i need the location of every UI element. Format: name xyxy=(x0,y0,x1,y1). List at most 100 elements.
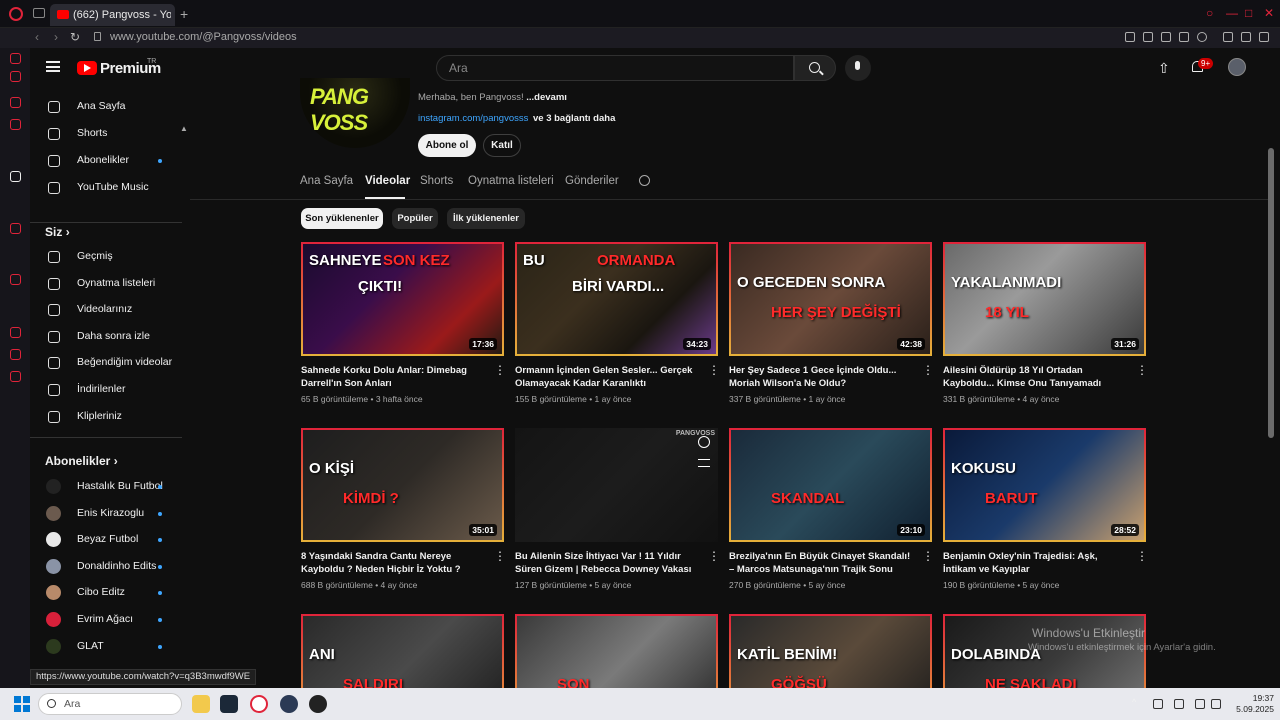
subscription-item[interactable]: Donaldinho Edits xyxy=(30,554,182,580)
channel-description[interactable]: Merhaba, ben Pangvoss! ...devamı xyxy=(418,92,567,103)
video-thumbnail[interactable]: SON xyxy=(515,614,718,688)
maximize-button[interactable]: □ xyxy=(1245,6,1252,20)
speed-dial-icon[interactable] xyxy=(10,53,21,64)
m-icon[interactable] xyxy=(10,119,21,130)
reload-button[interactable]: ↻ xyxy=(70,30,80,44)
video-thumbnail[interactable]: ANI SALDIRI xyxy=(301,614,504,688)
settings-side-icon[interactable] xyxy=(10,371,21,382)
extension-icon[interactable] xyxy=(1125,32,1135,42)
video-thumbnail[interactable]: KATİL BENİM! GÖĞSÜ xyxy=(729,614,932,688)
url-field[interactable]: www.youtube.com/@Pangvoss/videos xyxy=(110,31,297,43)
page-scrollbar[interactable] xyxy=(1268,148,1274,438)
channel-avatar[interactable]: PANG VOSS xyxy=(300,78,410,148)
video-title[interactable]: Bu Ailenin Size İhtiyacı Var ! 11 Yıldır… xyxy=(515,550,700,576)
subscribe-button[interactable]: Abone ol xyxy=(418,134,476,157)
video-thumbnail[interactable]: KOKUSU BARUT 28:52 xyxy=(943,428,1146,542)
sidebar-item-3[interactable]: YouTube Music xyxy=(30,175,182,201)
mic-tray-icon[interactable] xyxy=(1174,699,1184,709)
messenger-icon[interactable] xyxy=(10,97,21,108)
tab-shorts[interactable]: Shorts xyxy=(420,175,453,187)
video-thumbnail[interactable]: O KİŞİ KİMDİ ? 35:01 xyxy=(301,428,504,542)
video-title[interactable]: Ormanın İçinden Gelen Sesler... Gerçek O… xyxy=(515,364,700,390)
upload-icon[interactable]: ⇧ xyxy=(1158,60,1170,77)
video-title[interactable]: Sahnede Korku Dolu Anlar: Dimebag Darrel… xyxy=(301,364,486,390)
watch-later-icon[interactable] xyxy=(698,436,710,448)
join-button[interactable]: Katıl xyxy=(483,134,521,157)
aria-icon[interactable] xyxy=(10,171,21,182)
snapshot-icon[interactable] xyxy=(1143,32,1153,42)
channel-link[interactable]: instagram.com/pangvosss xyxy=(418,113,528,124)
subscription-item[interactable]: Evrim Ağacı xyxy=(30,607,182,633)
video-title[interactable]: Her Şey Sadece 1 Gece İçinde Oldu... Mor… xyxy=(729,364,914,390)
sidebar-you-item-2[interactable]: Videolarınız xyxy=(30,297,182,323)
extensions-side-icon[interactable] xyxy=(10,349,21,360)
volume-icon[interactable] xyxy=(1211,699,1221,709)
more-actions-icon[interactable]: ⋮ xyxy=(494,364,506,376)
tab-videos[interactable]: Videolar xyxy=(365,175,410,187)
more-actions-icon[interactable]: ⋮ xyxy=(1136,550,1148,562)
sidebar-you-item-3[interactable]: Daha sonra izle xyxy=(30,324,182,350)
tray-chevron-icon[interactable]: ^ xyxy=(1132,697,1142,707)
search-button[interactable] xyxy=(794,55,836,81)
subscription-item[interactable]: Beyaz Futbol xyxy=(30,527,182,553)
voice-search-button[interactable] xyxy=(845,55,871,81)
video-thumbnail[interactable]: BU ORMANDA BİRİ VARDI... 34:23 xyxy=(515,242,718,356)
video-thumbnail[interactable]: SAHNEYE SON KEZ ÇIKTI! 17:36 xyxy=(301,242,504,356)
subscription-item[interactable]: Cibo Editz xyxy=(30,580,182,606)
more-actions-icon[interactable]: ⋮ xyxy=(922,364,934,376)
menu-icon[interactable] xyxy=(1259,32,1269,42)
subscription-item[interactable]: Hastalık Bu Futbol xyxy=(30,474,182,500)
chip-oldest[interactable]: İlk yüklenenler xyxy=(447,208,525,229)
tab-home[interactable]: Ana Sayfa xyxy=(300,175,353,187)
add-to-queue-icon[interactable] xyxy=(698,459,710,467)
more-actions-icon[interactable]: ⋮ xyxy=(494,550,506,562)
sidebar-item-0[interactable]: Ana Sayfa xyxy=(30,94,182,120)
taskbar-search[interactable]: Ara xyxy=(38,693,182,715)
more-actions-icon[interactable]: ⋮ xyxy=(922,550,934,562)
sidebar-you-item-1[interactable]: Oynatma listeleri xyxy=(30,271,182,297)
sidebar-item-1[interactable]: Shorts xyxy=(30,121,182,147)
search-input[interactable] xyxy=(437,56,793,80)
you-heading[interactable]: Siz › xyxy=(45,225,70,239)
download-icon[interactable] xyxy=(1241,32,1251,42)
video-title[interactable]: Benjamin Oxley'nin Trajedisi: Aşk, İntik… xyxy=(943,550,1128,576)
chip-latest[interactable]: Son yüklenenler xyxy=(301,208,383,229)
more-actions-icon[interactable]: ⋮ xyxy=(1136,364,1148,376)
video-thumbnail[interactable]: PANGVOSS xyxy=(515,428,718,542)
new-tab-button[interactable]: + xyxy=(180,6,188,22)
video-title[interactable]: 8 Yaşındaki Sandra Cantu Nereye Kayboldu… xyxy=(301,550,486,576)
minimize-button[interactable]: — xyxy=(1226,6,1238,20)
youtube-logo-icon[interactable] xyxy=(77,61,97,75)
sidebar-you-item-0[interactable]: Geçmiş xyxy=(30,244,182,270)
subscription-item[interactable]: GLAT xyxy=(30,634,182,660)
video-thumbnail[interactable]: SKANDAL 23:10 xyxy=(729,428,932,542)
windows-start-icon[interactable] xyxy=(14,696,30,712)
file-explorer-icon[interactable] xyxy=(192,695,210,713)
video-thumbnail[interactable]: O GECEDEN SONRA HER ŞEY DEĞİŞTİ 42:38 xyxy=(729,242,932,356)
tab-playlists[interactable]: Oynatma listeleri xyxy=(468,175,554,187)
sidebar-you-item-6[interactable]: Klipleriniz xyxy=(30,404,182,430)
twitch-icon[interactable] xyxy=(10,223,21,234)
account-avatar[interactable] xyxy=(1228,58,1246,76)
heart-icon[interactable] xyxy=(1197,32,1207,42)
sidebar-you-item-4[interactable]: Beğendiğim videolar xyxy=(30,350,182,376)
more-actions-icon[interactable]: ⋮ xyxy=(708,364,720,376)
opera-logo-icon[interactable] xyxy=(9,7,23,21)
video-title[interactable]: Ailesini Öldürüp 18 Yıl Ortadan Kayboldu… xyxy=(943,364,1128,390)
taskbar-clock[interactable]: 19:37 5.09.2025 xyxy=(1228,693,1274,715)
video-thumbnail[interactable]: YAKALANMADI 18 YIL 31:26 xyxy=(943,242,1146,356)
guide-menu-icon[interactable] xyxy=(46,61,60,72)
app-icon[interactable] xyxy=(280,695,298,713)
bookmarks-icon[interactable] xyxy=(10,71,21,82)
profile-icon[interactable] xyxy=(1223,32,1233,42)
steam-icon[interactable] xyxy=(220,695,238,713)
close-window-button[interactable]: ✕ xyxy=(1264,6,1274,20)
tab-posts[interactable]: Gönderiler xyxy=(565,175,619,187)
more-actions-icon[interactable]: ⋮ xyxy=(708,550,720,562)
player-icon[interactable] xyxy=(1179,32,1189,42)
network-icon[interactable] xyxy=(1195,699,1205,709)
opera-taskbar-icon[interactable] xyxy=(250,695,268,713)
subscription-item[interactable]: Enis Kirazoglu xyxy=(30,501,182,527)
video-title[interactable]: Brezilya'nın En Büyük Cinayet Skandalı! … xyxy=(729,550,914,576)
browser-tab[interactable]: (662) Pangvoss - YouTube xyxy=(50,4,175,26)
